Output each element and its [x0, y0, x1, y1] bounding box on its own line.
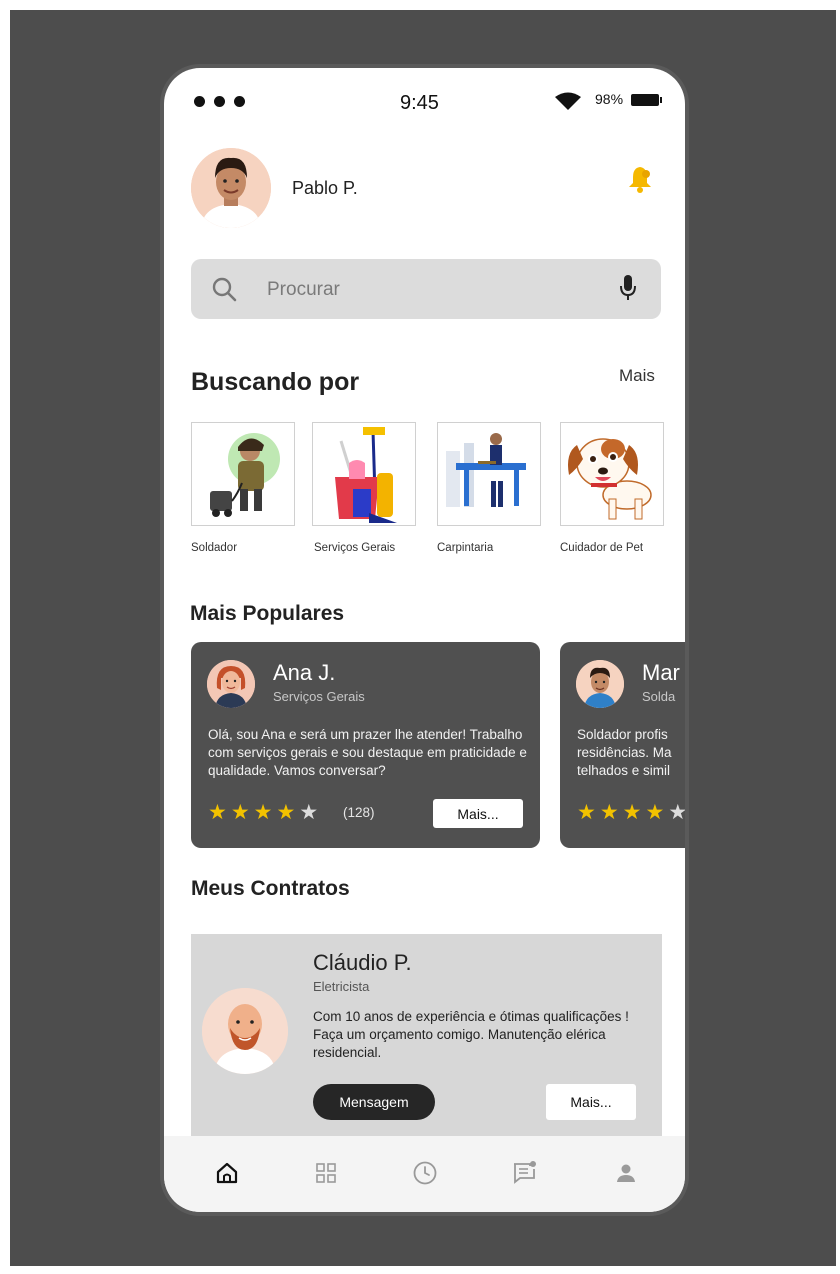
welder-illustration [191, 422, 295, 526]
battery-icon [631, 94, 662, 106]
clock-icon[interactable] [412, 1160, 438, 1186]
star-icon: ★ [599, 801, 619, 824]
category-card[interactable]: Cuidador de Pet [560, 422, 664, 554]
bottom-navigation [164, 1136, 685, 1212]
category-label: Serviços Gerais [314, 542, 396, 554]
status-bar: 9:45 98% [164, 68, 685, 138]
category-card[interactable]: Serviços Gerais [312, 422, 416, 554]
review-count: (128) [343, 805, 375, 820]
category-label: Cuidador de Pet [560, 542, 644, 554]
message-button[interactable]: Mensagem [313, 1084, 435, 1120]
section-title-popular: Mais Populares [190, 602, 345, 625]
contractor-avatar [202, 988, 288, 1074]
rating-stars: ★ ★ ★ ★ ★ [577, 802, 685, 823]
more-button[interactable]: Mais... [433, 799, 523, 828]
provider-avatar [207, 660, 255, 708]
home-icon[interactable] [215, 1161, 239, 1185]
star-icon: ★ [577, 801, 596, 824]
microphone-icon[interactable] [619, 274, 637, 302]
star-icon: ★ [622, 801, 642, 824]
category-label: Carpintaria [437, 542, 494, 554]
profile-icon[interactable] [614, 1161, 638, 1185]
grid-icon[interactable] [314, 1161, 338, 1185]
contractor-name: Cláudio P. [313, 950, 412, 975]
star-icon: ★ [645, 801, 665, 824]
provider-avatar [576, 660, 624, 708]
user-name: Pablo P. [292, 178, 358, 198]
battery-percent: 98% [595, 91, 624, 107]
category-label: Soldador [191, 542, 238, 554]
category-card[interactable]: Soldador [191, 422, 295, 554]
search-input[interactable] [265, 277, 599, 303]
star-icon: ★ [276, 801, 296, 824]
more-categories-link[interactable]: Mais [619, 366, 655, 386]
bell-icon[interactable] [625, 164, 655, 194]
nav-history[interactable] [410, 1158, 440, 1188]
nav-home[interactable] [212, 1158, 242, 1188]
rating-stars: ★ ★ ★ ★ ★ [208, 802, 318, 823]
cleaning-supplies-illustration [312, 422, 416, 526]
provider-card[interactable]: Mar Solda Soldador profis residências. M… [560, 642, 685, 848]
phone-screen: 9:45 98% Pablo P. Procurar Buscando por … [164, 68, 685, 1212]
provider-name: Mar [642, 660, 680, 685]
star-icon: ★ [230, 801, 250, 824]
search-bar[interactable] [191, 259, 661, 319]
contract-card[interactable]: Cláudio P. Eletricista Com 10 anos de ex… [191, 934, 662, 1144]
contractor-description: Com 10 anos de experiência e ótimas qual… [313, 1009, 629, 1060]
contractor-role: Eletricista [313, 979, 370, 994]
provider-role: Solda [642, 689, 676, 704]
star-empty-icon: ★ [299, 801, 319, 824]
more-button[interactable]: Mais... [546, 1084, 636, 1120]
user-avatar[interactable] [191, 148, 271, 228]
section-title-contracts: Meus Contratos [191, 877, 350, 900]
provider-name: Ana J. [273, 660, 336, 685]
section-title-searching: Buscando por [191, 368, 360, 396]
provider-description: Soldador profis residências. Ma telhados… [577, 727, 672, 778]
carpenter-illustration [437, 422, 541, 526]
provider-role: Serviços Gerais [273, 689, 365, 704]
nav-categories[interactable] [311, 1158, 341, 1188]
nav-messages[interactable] [509, 1158, 539, 1188]
star-empty-icon: ★ [668, 801, 685, 824]
wifi-icon [555, 92, 581, 110]
nav-profile[interactable] [611, 1158, 641, 1188]
signal-dots-icon [194, 96, 245, 107]
messages-icon[interactable] [511, 1160, 537, 1186]
search-icon[interactable] [211, 276, 237, 302]
provider-description: Olá, sou Ana e será um prazer lhe atende… [208, 727, 527, 778]
category-card[interactable]: Carpintaria [437, 422, 541, 554]
star-icon: ★ [253, 801, 273, 824]
star-icon: ★ [208, 801, 227, 824]
dog-illustration [560, 422, 664, 526]
provider-card[interactable]: Ana J. Serviços Gerais Olá, sou Ana e se… [191, 642, 540, 848]
status-time: 9:45 [400, 92, 439, 114]
